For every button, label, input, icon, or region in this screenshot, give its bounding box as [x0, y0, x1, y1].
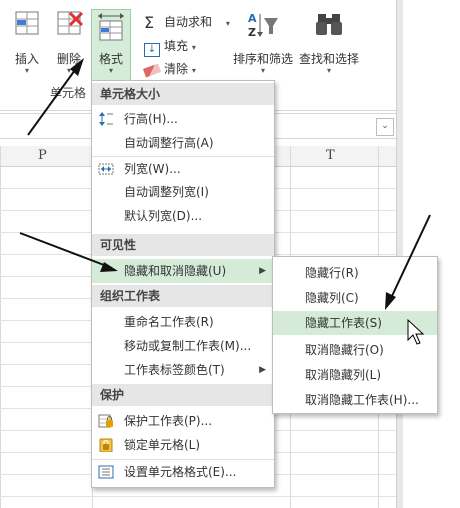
annotation-arrow-to-format	[27, 58, 84, 136]
annotation-arrow-to-hide-unhide	[19, 232, 118, 272]
annotation-arrow-to-hide-sheet	[385, 214, 431, 310]
annotation-overlay	[19, 58, 431, 345]
mouse-cursor-icon	[407, 318, 425, 345]
